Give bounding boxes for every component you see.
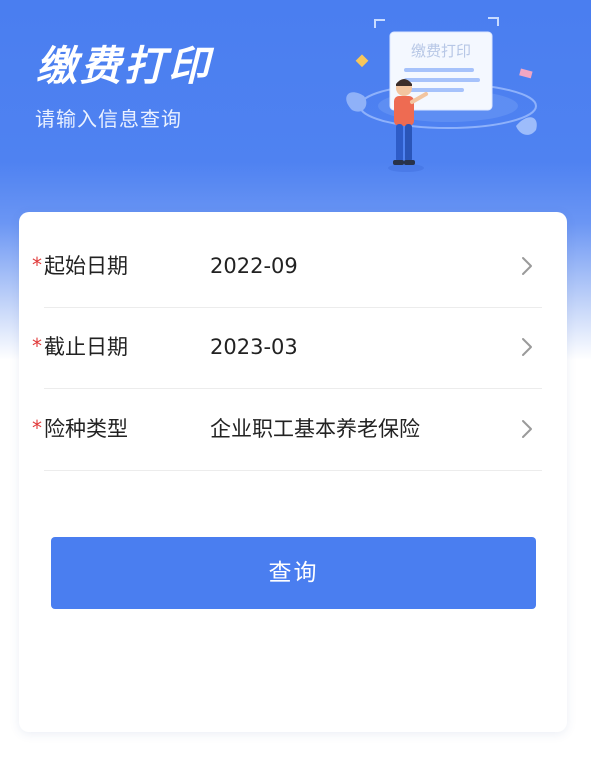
chevron-right-icon[interactable]	[520, 255, 534, 277]
required-mark: *	[32, 416, 42, 440]
end-date-row[interactable]: * 截止日期 2023-03	[32, 308, 542, 389]
end-date-value[interactable]: 2023-03	[210, 334, 298, 360]
chevron-right-icon[interactable]	[520, 336, 534, 358]
insurance-type-label: 险种类型	[44, 417, 128, 441]
insurance-type-row[interactable]: * 险种类型 企业职工基本养老保险	[32, 390, 542, 471]
page-subtitle: 请输入信息查询	[35, 107, 182, 131]
start-date-label: 起始日期	[44, 254, 128, 278]
query-button[interactable]: 查询	[51, 537, 536, 609]
chevron-right-icon[interactable]	[520, 418, 534, 440]
header-illustration: 缴费打印	[346, 17, 537, 172]
required-mark: *	[32, 334, 42, 358]
page-title: 缴费打印	[36, 42, 212, 90]
illustration-document-title: 缴费打印	[411, 42, 471, 60]
query-form-card: * 起始日期 2022-09 * 截止日期 2023-03 * 险种类型 企业职…	[19, 212, 567, 732]
start-date-row[interactable]: * 起始日期 2022-09	[32, 227, 542, 308]
required-mark: *	[32, 253, 42, 277]
start-date-value[interactable]: 2022-09	[210, 253, 298, 279]
end-date-label: 截止日期	[44, 335, 128, 359]
insurance-type-value[interactable]: 企业职工基本养老保险	[210, 416, 420, 442]
